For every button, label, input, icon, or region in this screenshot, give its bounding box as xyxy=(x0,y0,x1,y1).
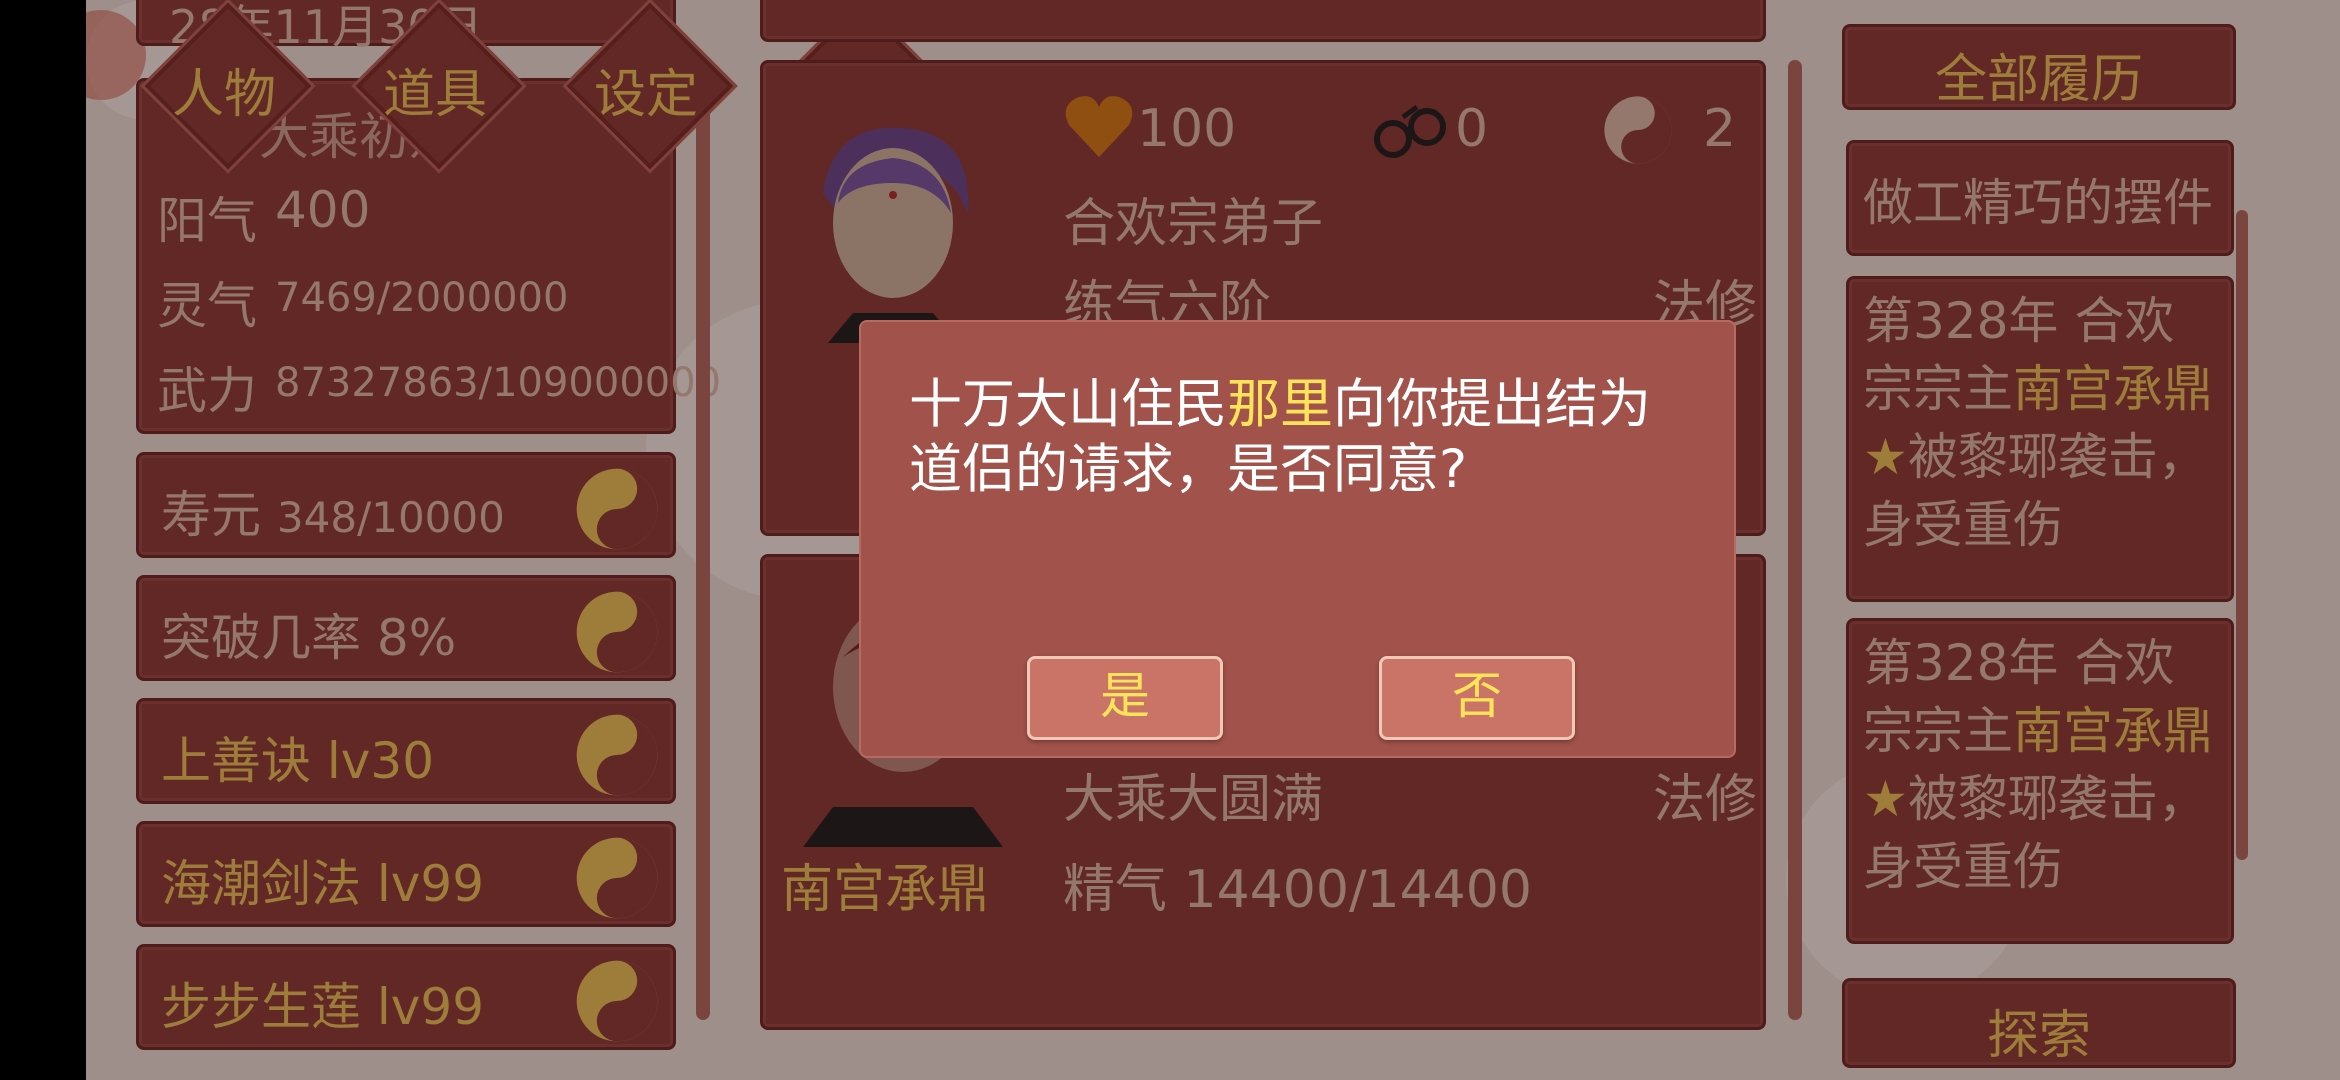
dialog-message: 十万大山住民那里向你提出结为道侣的请求，是否同意? xyxy=(909,374,1651,500)
no-button[interactable]: 否 xyxy=(1379,656,1575,740)
yes-button[interactable]: 是 xyxy=(1027,656,1223,740)
proposal-dialog: 十万大山住民那里向你提出结为道侣的请求，是否同意? 是 否 xyxy=(861,322,1734,756)
game-screen: 28年11月30日 大乘初期 阳气 400 灵气 7469/2000000 武力… xyxy=(86,0,2340,1080)
